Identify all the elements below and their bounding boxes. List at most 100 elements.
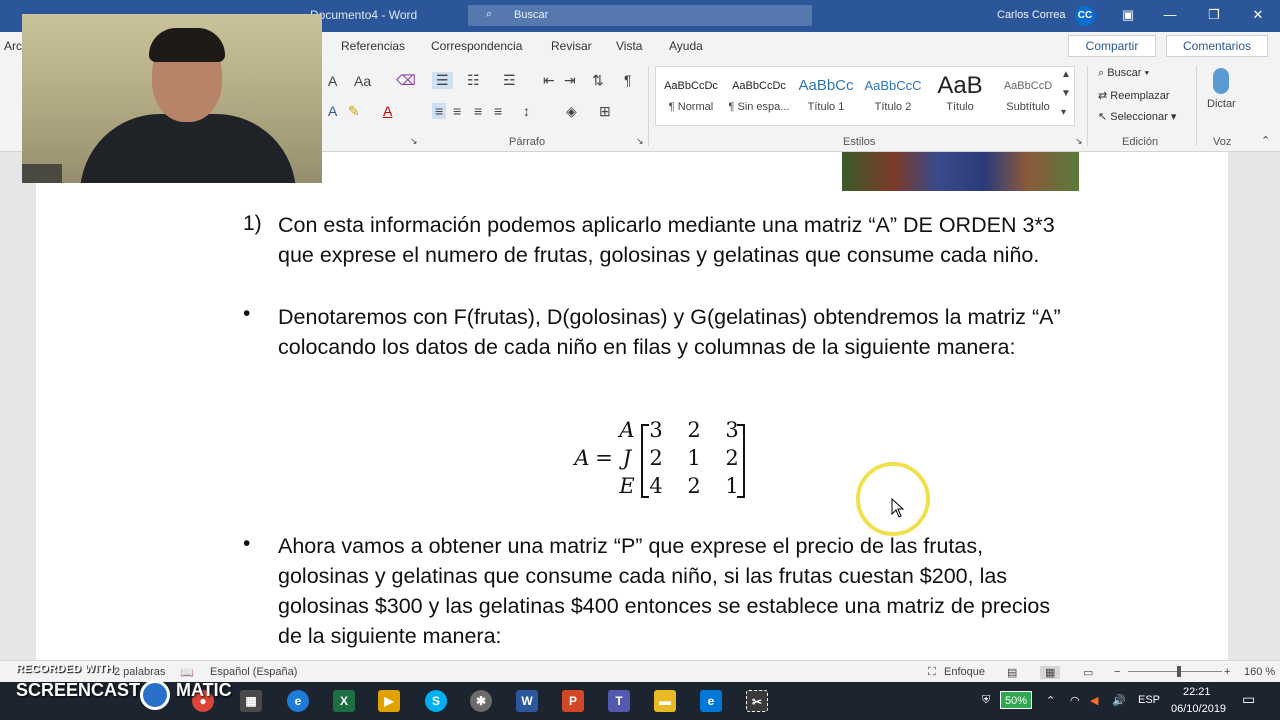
- highlight-icon[interactable]: ✎: [348, 103, 360, 120]
- matrix-name: A: [574, 446, 590, 470]
- ribbon-separator: [1196, 66, 1197, 146]
- store-icon[interactable]: ▦: [240, 690, 262, 712]
- text-effects-icon[interactable]: A: [328, 103, 337, 119]
- tab-ayuda[interactable]: Ayuda: [669, 39, 703, 53]
- alert-icon[interactable]: ◀: [1090, 694, 1098, 707]
- style-normal[interactable]: AaBbCcDc ¶ Normal: [658, 73, 724, 123]
- close-icon[interactable]: ✕: [1249, 6, 1267, 24]
- tab-vista[interactable]: Vista: [616, 39, 642, 53]
- inserted-photo[interactable]: [842, 152, 1079, 191]
- collapse-ribbon-icon[interactable]: ⌃: [1261, 134, 1270, 147]
- battery-indicator[interactable]: 50%: [1000, 691, 1032, 709]
- media-player-icon[interactable]: ▶: [378, 690, 400, 712]
- language-status[interactable]: Español (España): [210, 666, 297, 678]
- grow-font-button[interactable]: A: [328, 73, 337, 89]
- matrix-left-bracket: [641, 424, 649, 498]
- web-layout-icon[interactable]: ▭: [1083, 666, 1093, 679]
- font-dialog-launcher-icon[interactable]: ↘: [410, 136, 418, 147]
- show-hidden-icon[interactable]: ⌃: [1046, 694, 1055, 707]
- scroll-down-icon[interactable]: ▼: [1061, 88, 1071, 99]
- clear-format-icon[interactable]: ⌫: [396, 72, 416, 89]
- share-button[interactable]: Compartir: [1068, 35, 1156, 57]
- equals-sign: =: [595, 446, 613, 470]
- app-icon[interactable]: ✱: [470, 690, 492, 712]
- style-heading-1[interactable]: AaBbCc Título 1: [793, 73, 859, 123]
- focus-button[interactable]: Enfoque: [944, 666, 985, 678]
- zoom-in-icon[interactable]: +: [1224, 666, 1230, 678]
- word-icon[interactable]: W: [516, 690, 538, 712]
- paragraph-dialog-launcher-icon[interactable]: ↘: [636, 136, 644, 147]
- matrix-equation[interactable]: A = A J E 3 2 3 2 1 2 4 2 1: [572, 418, 762, 502]
- mouse-pointer-icon: [891, 498, 905, 518]
- align-right-icon[interactable]: ≡: [474, 103, 482, 119]
- shading-icon[interactable]: ◈: [566, 103, 577, 120]
- zoom-out-icon[interactable]: −: [1114, 666, 1120, 678]
- excel-icon[interactable]: X: [333, 690, 355, 712]
- more-styles-icon[interactable]: ▾: [1061, 107, 1066, 118]
- scroll-up-icon[interactable]: ▲: [1061, 69, 1071, 80]
- align-left-icon[interactable]: ≡: [432, 103, 447, 119]
- style-sample: AaBbCcD: [1003, 80, 1053, 92]
- document-area[interactable]: 1) Con esta información podemos aplicarl…: [0, 152, 1280, 660]
- maximize-icon[interactable]: ❐: [1205, 6, 1223, 24]
- read-mode-icon[interactable]: ▤: [1007, 666, 1017, 679]
- tab-referencias[interactable]: Referencias: [341, 39, 405, 53]
- justify-icon[interactable]: ≡: [494, 103, 502, 119]
- zoom-slider[interactable]: [1128, 671, 1222, 672]
- volume-icon[interactable]: 🔊: [1112, 694, 1126, 707]
- clock-time[interactable]: 22:21: [1183, 686, 1211, 698]
- avatar[interactable]: CC: [1075, 6, 1095, 26]
- input-language[interactable]: ESP: [1138, 694, 1160, 706]
- page: 1) Con esta información podemos aplicarl…: [36, 152, 1228, 660]
- print-layout-icon[interactable]: ▦: [1040, 666, 1061, 679]
- style-no-spacing[interactable]: AaBbCcDc ¶ Sin espa...: [726, 73, 792, 123]
- zoom-slider-thumb[interactable]: [1177, 666, 1181, 677]
- user-name[interactable]: Carlos Correa: [997, 9, 1065, 21]
- presenter-body: [80, 114, 296, 183]
- line-spacing-icon[interactable]: ↕: [523, 103, 530, 119]
- skype-icon[interactable]: S: [425, 690, 447, 712]
- tab-revisar[interactable]: Revisar: [551, 39, 592, 53]
- change-case-button[interactable]: Aa: [354, 73, 371, 89]
- styles-dialog-launcher-icon[interactable]: ↘: [1075, 136, 1083, 147]
- style-subtitle[interactable]: AaBbCcD Subtítulo: [995, 73, 1061, 123]
- select-button[interactable]: ↖ Seleccionar ▾: [1098, 110, 1176, 123]
- multilevel-list-icon[interactable]: ☲: [503, 72, 516, 89]
- zoom-level[interactable]: 160 %: [1244, 666, 1275, 678]
- font-color-icon[interactable]: A: [383, 103, 392, 119]
- teams-icon[interactable]: T: [608, 690, 630, 712]
- borders-icon[interactable]: ⊞: [599, 103, 611, 120]
- find-button[interactable]: ⌕ Buscar ▾: [1098, 67, 1149, 80]
- tab-correspondencia[interactable]: Correspondencia: [431, 39, 522, 53]
- show-marks-icon[interactable]: ¶: [624, 72, 632, 88]
- wifi-icon[interactable]: ◠: [1070, 694, 1080, 707]
- sort-icon[interactable]: ⇅: [592, 72, 604, 89]
- notifications-icon[interactable]: ▭: [1242, 691, 1255, 708]
- powerpoint-icon[interactable]: P: [562, 690, 584, 712]
- microphone-icon[interactable]: [1213, 68, 1229, 94]
- align-center-icon[interactable]: ≡: [453, 103, 461, 119]
- snipping-tool-icon[interactable]: ✂: [746, 690, 768, 712]
- edge-icon[interactable]: e: [700, 690, 722, 712]
- numbering-icon[interactable]: ☷: [467, 72, 480, 89]
- ribbon-separator: [648, 66, 649, 146]
- focus-icon[interactable]: ⛶: [928, 666, 936, 679]
- ribbon-display-icon[interactable]: ▣: [1119, 6, 1137, 24]
- proofing-icon[interactable]: 📖: [180, 666, 194, 679]
- bullets-icon[interactable]: ☰: [432, 72, 453, 89]
- file-explorer-icon[interactable]: ▬: [654, 690, 676, 712]
- style-title[interactable]: AaB Título: [927, 73, 993, 123]
- style-heading-2[interactable]: AaBbCcC Título 2: [860, 73, 926, 123]
- search-box[interactable]: ⌕ Buscar: [468, 5, 812, 26]
- comments-button[interactable]: Comentarios: [1166, 35, 1268, 57]
- replace-button[interactable]: ⇄ Reemplazar: [1098, 89, 1170, 102]
- matrix-cell: 2: [687, 418, 701, 442]
- word-count[interactable]: 2 palabras: [114, 666, 165, 678]
- ie-icon[interactable]: e: [287, 690, 309, 712]
- clock-date[interactable]: 06/10/2019: [1171, 703, 1226, 715]
- decrease-indent-icon[interactable]: ⇤: [543, 72, 555, 89]
- increase-indent-icon[interactable]: ⇥: [564, 72, 576, 89]
- dictate-label[interactable]: Dictar: [1207, 98, 1236, 110]
- minimize-icon[interactable]: —: [1161, 6, 1179, 24]
- shield-icon[interactable]: ⛨: [982, 694, 990, 707]
